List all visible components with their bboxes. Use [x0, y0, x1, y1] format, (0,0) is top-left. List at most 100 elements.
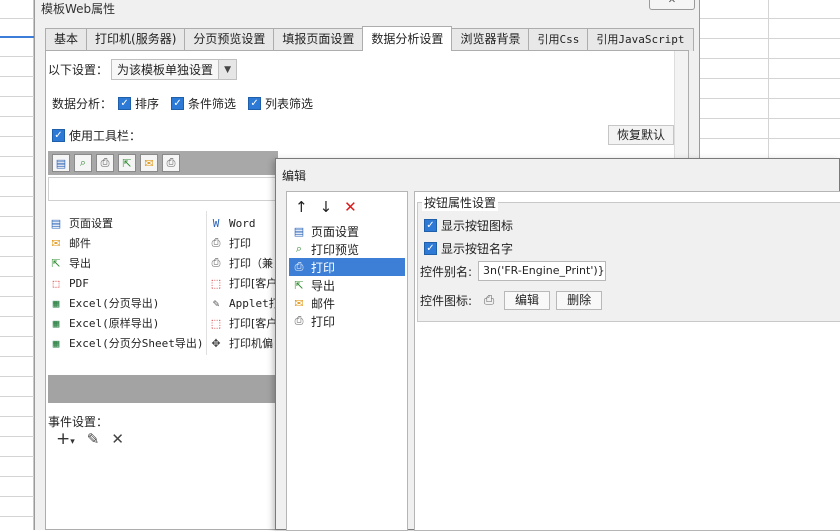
button-item-list: ▤ 页面设置 ⌕ 打印预览 ⎙ 打印 ⇱ 导出 ✉ 邮件 ⎙ 打印: [289, 222, 405, 330]
list-item[interactable]: ▤ 页面设置: [48, 213, 113, 233]
delete-icon-button[interactable]: 删除: [556, 291, 603, 310]
grid-line: [0, 256, 34, 257]
mail-icon: ✉: [51, 236, 61, 250]
show-icon-checkbox[interactable]: ✓: [424, 219, 437, 232]
grid-line: [0, 456, 34, 457]
restore-default-button[interactable]: 恢复默认: [607, 125, 674, 145]
grid-line: [0, 116, 34, 117]
list-item[interactable]: ✉ 邮件: [48, 233, 91, 253]
excel-icon: ▦: [52, 316, 60, 330]
list-item[interactable]: W Word: [208, 213, 256, 233]
add-icon[interactable]: +▾: [56, 429, 75, 449]
grid-line: [0, 496, 34, 497]
remove-icon[interactable]: ✕: [344, 198, 357, 216]
pdf-icon: ⬚: [210, 276, 222, 290]
move-down-icon[interactable]: ↓: [320, 198, 333, 216]
grid-line: [0, 396, 34, 397]
list-item[interactable]: ⎙ 打印: [208, 233, 251, 253]
grid-line: [700, 118, 840, 119]
grid-line: [0, 276, 34, 277]
close-button[interactable]: ✕: [649, 0, 695, 10]
list-item[interactable]: ⎙ 打印（兼: [208, 253, 273, 273]
tab-css[interactable]: 引用Css: [528, 28, 589, 51]
dialog-title: 模板Web属性: [41, 2, 116, 16]
condition-filter-label: 条件筛选: [188, 97, 237, 111]
pdf-icon: ⬚: [52, 276, 60, 290]
print-preview-icon[interactable]: ⌕: [74, 154, 92, 172]
list-item[interactable]: ⌕ 打印预览: [289, 240, 405, 258]
list-item-label: 导出: [69, 257, 91, 270]
list-item[interactable]: ⇱ 导出: [289, 276, 405, 294]
mail-icon: ✉: [294, 296, 304, 310]
applet-icon: ✎: [212, 296, 220, 310]
list-item[interactable]: ⇱ 导出: [48, 253, 91, 273]
chevron-down-icon: ▼: [218, 60, 237, 79]
mail-icon[interactable]: ✉: [140, 154, 158, 172]
export-icon[interactable]: ⇱: [118, 154, 136, 172]
list-item-label: Applet打: [229, 297, 280, 310]
list-item-label: Word: [229, 216, 256, 230]
grid-line: [0, 476, 34, 477]
grid-line: [0, 356, 34, 357]
print-icon[interactable]: ⎙: [96, 154, 114, 172]
excel-icon: ▦: [52, 336, 60, 350]
toolbar-bottom-preview: [48, 375, 278, 403]
toolbar-drop-area[interactable]: [48, 177, 278, 201]
use-toolbar-checkbox[interactable]: ✓: [52, 129, 65, 142]
icon-label: 控件图标:: [420, 294, 473, 308]
list-item-label: 页面设置: [69, 217, 113, 230]
list-item[interactable]: ⎙ 打印: [289, 312, 405, 330]
tab-fill-page[interactable]: 填报页面设置: [273, 28, 364, 51]
list-item[interactable]: ▦ Excel(分页导出): [48, 293, 160, 313]
list-item[interactable]: ▤ 页面设置: [289, 222, 405, 240]
tab-data-analysis[interactable]: 数据分析设置: [362, 26, 453, 51]
list-filter-checkbox[interactable]: ✓: [248, 97, 262, 110]
tab-bar: 基本 打印机(服务器) 分页预览设置 填报页面设置 数据分析设置 浏览器背景 引…: [45, 26, 694, 51]
tab-basic[interactable]: 基本: [45, 28, 88, 51]
settings-label: 以下设置：: [48, 63, 109, 77]
sort-label: 排序: [135, 97, 160, 111]
list-item-label: 打印: [229, 237, 251, 250]
use-toolbar-row: ✓ 使用工具栏：: [52, 127, 141, 144]
grid-line: [0, 196, 34, 197]
list-item[interactable]: ▦ Excel(原样导出): [48, 313, 160, 333]
print-icon: ⎙: [483, 293, 495, 308]
settings-scope-select[interactable]: 为该模板单独设置 ▼: [111, 59, 238, 80]
list-item[interactable]: ⬚ PDF: [48, 273, 89, 293]
list-item-selected[interactable]: ⎙ 打印: [289, 258, 405, 276]
list-item[interactable]: ▦ Excel(分页分Sheet导出): [48, 333, 204, 353]
list-item[interactable]: ✉ 邮件: [289, 294, 405, 312]
print-icon[interactable]: ⎙: [162, 154, 180, 172]
show-name-checkbox[interactable]: ✓: [424, 242, 437, 255]
grid-line: [700, 78, 840, 79]
list-item-label: 邮件: [311, 296, 336, 311]
grid-line: [0, 96, 34, 97]
grid-line: [0, 516, 34, 517]
page-setup-icon: ▤: [293, 224, 305, 238]
tab-javascript[interactable]: 引用JavaScript: [587, 28, 694, 51]
delete-icon[interactable]: ✕: [111, 430, 124, 448]
condition-filter-checkbox[interactable]: ✓: [171, 97, 185, 110]
use-toolbar-label: 使用工具栏：: [69, 129, 142, 143]
tab-browser-background[interactable]: 浏览器背景: [451, 28, 530, 51]
data-analysis-label: 数据分析：: [52, 97, 113, 111]
grid-line: [0, 156, 34, 157]
word-icon: W: [212, 216, 220, 230]
list-filter-label: 列表筛选: [265, 97, 314, 111]
alias-input[interactable]: 3n('FR-Engine_Print')}: [478, 261, 607, 281]
sort-checkbox[interactable]: ✓: [118, 97, 132, 110]
edit-icon[interactable]: ✎: [87, 430, 100, 448]
grid-line: [0, 176, 34, 177]
page-setup-icon[interactable]: ▤: [52, 154, 70, 172]
show-name-label: 显示按钮名字: [441, 242, 514, 256]
list-item[interactable]: ✎ Applet打: [208, 293, 280, 313]
tab-printer-server[interactable]: 打印机(服务器): [86, 28, 186, 51]
group-title: 按钮属性设置: [422, 194, 499, 211]
list-item[interactable]: ✥ 打印机偏: [208, 333, 273, 353]
list-item[interactable]: ⬚ 打印[客户: [208, 273, 278, 293]
list-item[interactable]: ⬚ 打印[客户: [208, 313, 278, 333]
print-icon: ⎙: [294, 314, 304, 327]
tab-pagination-preview[interactable]: 分页预览设置: [184, 28, 275, 51]
move-up-icon[interactable]: ↑: [295, 198, 308, 216]
edit-icon-button[interactable]: 编辑: [504, 291, 551, 310]
